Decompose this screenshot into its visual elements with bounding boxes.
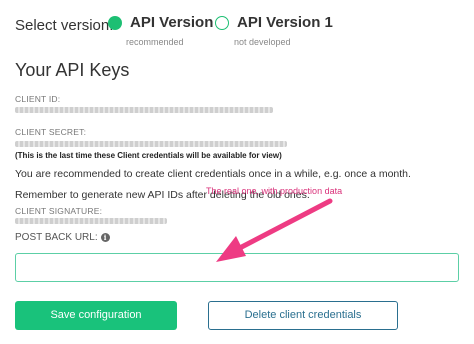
radio-selected-icon[interactable] [108, 15, 122, 30]
postback-url-label: POST BACK URL: i [15, 232, 110, 243]
credentials-description: You are recommended to create client cre… [15, 168, 411, 201]
version-selector: Select version: [15, 14, 113, 36]
api-version-2-sub: recommended [126, 37, 184, 47]
radio-unselected-icon[interactable] [215, 15, 229, 30]
client-id-label: CLIENT ID: [15, 94, 61, 104]
api-version-1-sub: not developed [234, 37, 291, 47]
api-version-2-option[interactable]: API Version 2 [108, 14, 226, 31]
save-configuration-button[interactable]: Save configuration [15, 301, 177, 330]
client-secret-label: CLIENT SECRET: [15, 127, 87, 137]
annotation-text: The real one, with production data [206, 186, 343, 196]
postback-url-input[interactable] [15, 253, 459, 282]
credentials-warning: (This is the last time these Client cred… [15, 151, 282, 160]
postback-url-label-text: POST BACK URL: [15, 232, 98, 243]
client-signature-value-redacted [15, 218, 167, 224]
client-secret-value-redacted [15, 141, 287, 147]
client-signature-label: CLIENT SIGNATURE: [15, 206, 103, 216]
version-label: Select version: [15, 16, 114, 34]
client-id-value-redacted [15, 107, 273, 113]
info-icon[interactable]: i [100, 233, 110, 242]
page-title: Your API Keys [15, 60, 130, 80]
api-version-1-option[interactable]: API Version 1 [215, 14, 333, 31]
delete-credentials-button[interactable]: Delete client credentials [208, 301, 398, 330]
api-version-2-label[interactable]: API Version 2 [130, 14, 226, 31]
api-version-1-label[interactable]: API Version 1 [237, 14, 333, 31]
